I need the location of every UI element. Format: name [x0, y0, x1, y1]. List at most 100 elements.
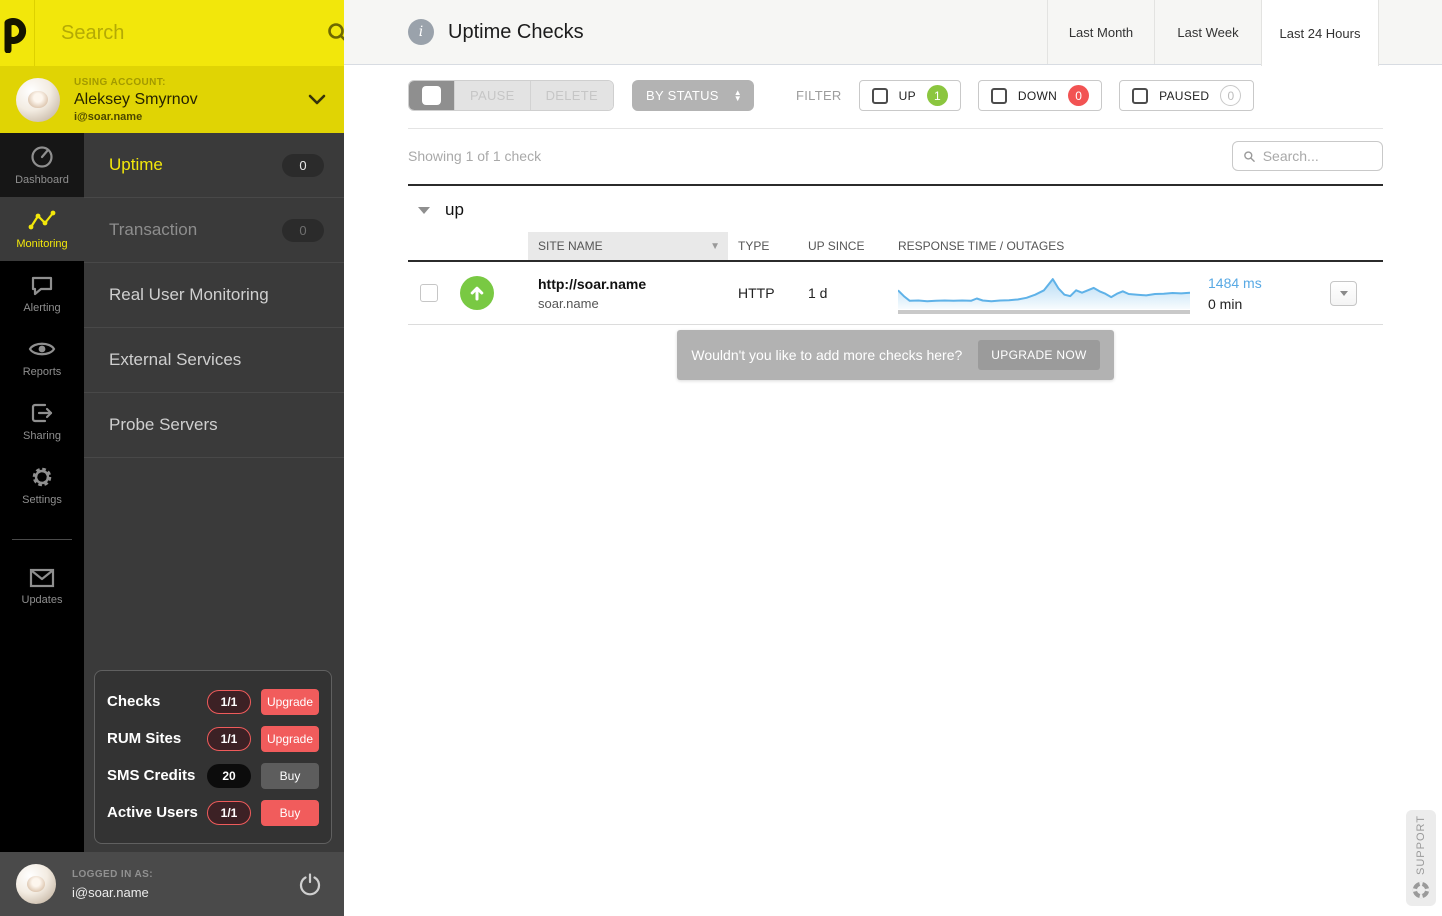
- menu-item-real-user-monitoring[interactable]: Real User Monitoring: [84, 263, 344, 328]
- caret-down-icon: [1339, 290, 1348, 296]
- page-title: Uptime Checks: [448, 20, 584, 43]
- status-up-icon: [460, 276, 494, 310]
- upgrade-prompt-text: Wouldn't you like to add more checks her…: [691, 347, 963, 363]
- filter-up[interactable]: UP 1: [858, 80, 961, 111]
- menu-item-probe-servers[interactable]: Probe Servers: [84, 393, 344, 458]
- transaction-count-badge: 0: [282, 218, 324, 242]
- content: PAUSE DELETE BY STATUS ▲ ▼ FILTER UP 1 DO…: [344, 65, 1442, 916]
- column-response-time: RESPONSE TIME / OUTAGES: [898, 239, 1065, 253]
- upgrade-tooltip: Wouldn't you like to add more checks her…: [677, 330, 1114, 380]
- logout-power-icon[interactable]: [298, 872, 322, 896]
- select-all-toggle[interactable]: [409, 81, 454, 110]
- check-row[interactable]: http://soar.name soar.name HTTP 1 d 1484…: [408, 262, 1383, 325]
- collapse-caret-icon: [418, 206, 430, 214]
- status-group-up: up SITE NAME ▼ TYPE UP SINCE RESPONSE TI…: [408, 184, 1383, 380]
- logged-in-email: i@soar.name: [72, 884, 149, 900]
- uptime-count-badge: 0: [282, 153, 324, 177]
- up-count-badge: 1: [926, 85, 948, 106]
- rail-item-dashboard[interactable]: Dashboard: [0, 133, 84, 197]
- by-status-dropdown[interactable]: BY STATUS ▲ ▼: [631, 80, 754, 111]
- sort-arrows-icon: ▲ ▼: [733, 87, 742, 103]
- column-site-name[interactable]: SITE NAME ▼: [528, 232, 728, 260]
- global-search-input[interactable]: [61, 21, 326, 45]
- plan-usage-box: Checks 1/1 Upgrade RUM Sites 1/1 Upgrade…: [94, 670, 332, 844]
- main-area: i Uptime Checks Last Month Last Week Las…: [344, 0, 1442, 916]
- rum-upgrade-button[interactable]: Upgrade: [261, 725, 319, 752]
- reports-icon: [28, 342, 56, 355]
- account-email: i@soar.name: [74, 110, 143, 123]
- select-all-checkbox[interactable]: [422, 86, 441, 105]
- footer-avatar: [16, 864, 56, 904]
- tab-last-week[interactable]: Last Week: [1154, 0, 1261, 64]
- updates-envelope-icon: [29, 568, 55, 587]
- usage-row-rum-sites: RUM Sites 1/1 Upgrade: [107, 720, 319, 757]
- checks-usage-pill: 1/1: [207, 689, 251, 714]
- up-checkbox[interactable]: [871, 87, 888, 104]
- checks-upgrade-button[interactable]: Upgrade: [261, 688, 319, 715]
- rail-item-updates[interactable]: Updates: [0, 554, 84, 618]
- table-header: SITE NAME ▼ TYPE UP SINCE RESPONSE TIME …: [408, 232, 1383, 262]
- chevron-down-icon: [308, 94, 326, 105]
- filter-paused[interactable]: PAUSED 0: [1119, 80, 1255, 111]
- checks-search-field[interactable]: [1232, 141, 1383, 171]
- header-checkbox-column: [408, 232, 460, 260]
- rail-item-monitoring[interactable]: Monitoring: [0, 197, 84, 261]
- monitoring-icon: [28, 210, 56, 229]
- monitoring-submenu: Uptime 0 Transaction 0 Real User Monitor…: [84, 133, 344, 852]
- pause-button[interactable]: PAUSE: [454, 81, 530, 110]
- life-ring-icon: [1412, 881, 1430, 899]
- account-switcher[interactable]: USING ACCOUNT: Aleksey Smyrnov i@soar.na…: [0, 66, 344, 133]
- response-time-value: 1484 ms: [1208, 274, 1262, 291]
- using-account-label: USING ACCOUNT:: [74, 76, 166, 88]
- filter-down[interactable]: DOWN 0: [977, 80, 1103, 111]
- paused-checkbox[interactable]: [1132, 87, 1149, 104]
- tab-last-24-hours[interactable]: Last 24 Hours: [1261, 0, 1379, 66]
- nav-rail: Dashboard Monitoring Alerting Reports Sh…: [0, 133, 84, 852]
- account-name: Aleksey Smyrnov: [74, 90, 198, 108]
- search-icon: [1244, 150, 1255, 162]
- alerting-icon: [31, 276, 53, 295]
- check-url[interactable]: http://soar.name: [538, 276, 728, 292]
- usage-row-sms-credits: SMS Credits 20 Buy: [107, 757, 319, 794]
- column-type[interactable]: TYPE: [728, 232, 808, 260]
- filter-label: FILTER: [795, 88, 842, 103]
- paused-count-badge: 0: [1220, 85, 1242, 106]
- check-up-since: 1 d: [808, 285, 828, 301]
- tabs-spacer: [1379, 0, 1442, 64]
- down-count-badge: 0: [1068, 85, 1090, 106]
- row-actions-button[interactable]: [1330, 280, 1357, 306]
- menu-item-transaction[interactable]: Transaction 0: [84, 198, 344, 263]
- pingdom-logo[interactable]: [0, 0, 35, 66]
- upgrade-now-button[interactable]: UPGRADE NOW: [978, 340, 1100, 370]
- sms-credits-pill: 20: [207, 763, 251, 788]
- sort-caret-icon: ▼: [710, 240, 720, 252]
- info-icon[interactable]: i: [408, 19, 434, 45]
- tab-last-month[interactable]: Last Month: [1047, 0, 1154, 64]
- menu-item-external-services[interactable]: External Services: [84, 328, 344, 393]
- menu-item-uptime[interactable]: Uptime 0: [84, 133, 344, 198]
- rum-usage-pill: 1/1: [207, 726, 251, 751]
- bulk-actions-group: PAUSE DELETE: [408, 80, 614, 111]
- rail-item-reports[interactable]: Reports: [0, 325, 84, 389]
- rail-item-alerting[interactable]: Alerting: [0, 261, 84, 325]
- users-buy-button[interactable]: Buy: [261, 799, 319, 826]
- logged-in-bar: LOGGED IN AS: i@soar.name: [0, 852, 344, 916]
- response-time-sparkline[interactable]: [898, 273, 1190, 314]
- time-range-tabs: Last Month Last Week Last 24 Hours: [1047, 0, 1442, 66]
- dashboard-icon: [31, 145, 53, 168]
- down-checkbox[interactable]: [990, 87, 1007, 104]
- group-header-up[interactable]: up: [408, 186, 1383, 232]
- rail-item-settings[interactable]: Settings: [0, 453, 84, 517]
- sharing-icon: [31, 403, 53, 422]
- sidebar: USING ACCOUNT: Aleksey Smyrnov i@soar.na…: [0, 0, 349, 916]
- group-title: up: [445, 200, 464, 219]
- rail-item-sharing[interactable]: Sharing: [0, 389, 84, 453]
- usage-row-checks: Checks 1/1 Upgrade: [107, 683, 319, 720]
- sms-buy-button[interactable]: Buy: [261, 762, 319, 789]
- support-tab[interactable]: SUPPORT: [1406, 810, 1436, 906]
- list-summary-bar: Showing 1 of 1 check: [408, 141, 1383, 171]
- delete-button[interactable]: DELETE: [529, 81, 613, 110]
- column-up-since[interactable]: UP SINCE: [808, 232, 898, 260]
- checks-search-input[interactable]: [1262, 148, 1372, 164]
- row-checkbox[interactable]: [420, 284, 438, 302]
